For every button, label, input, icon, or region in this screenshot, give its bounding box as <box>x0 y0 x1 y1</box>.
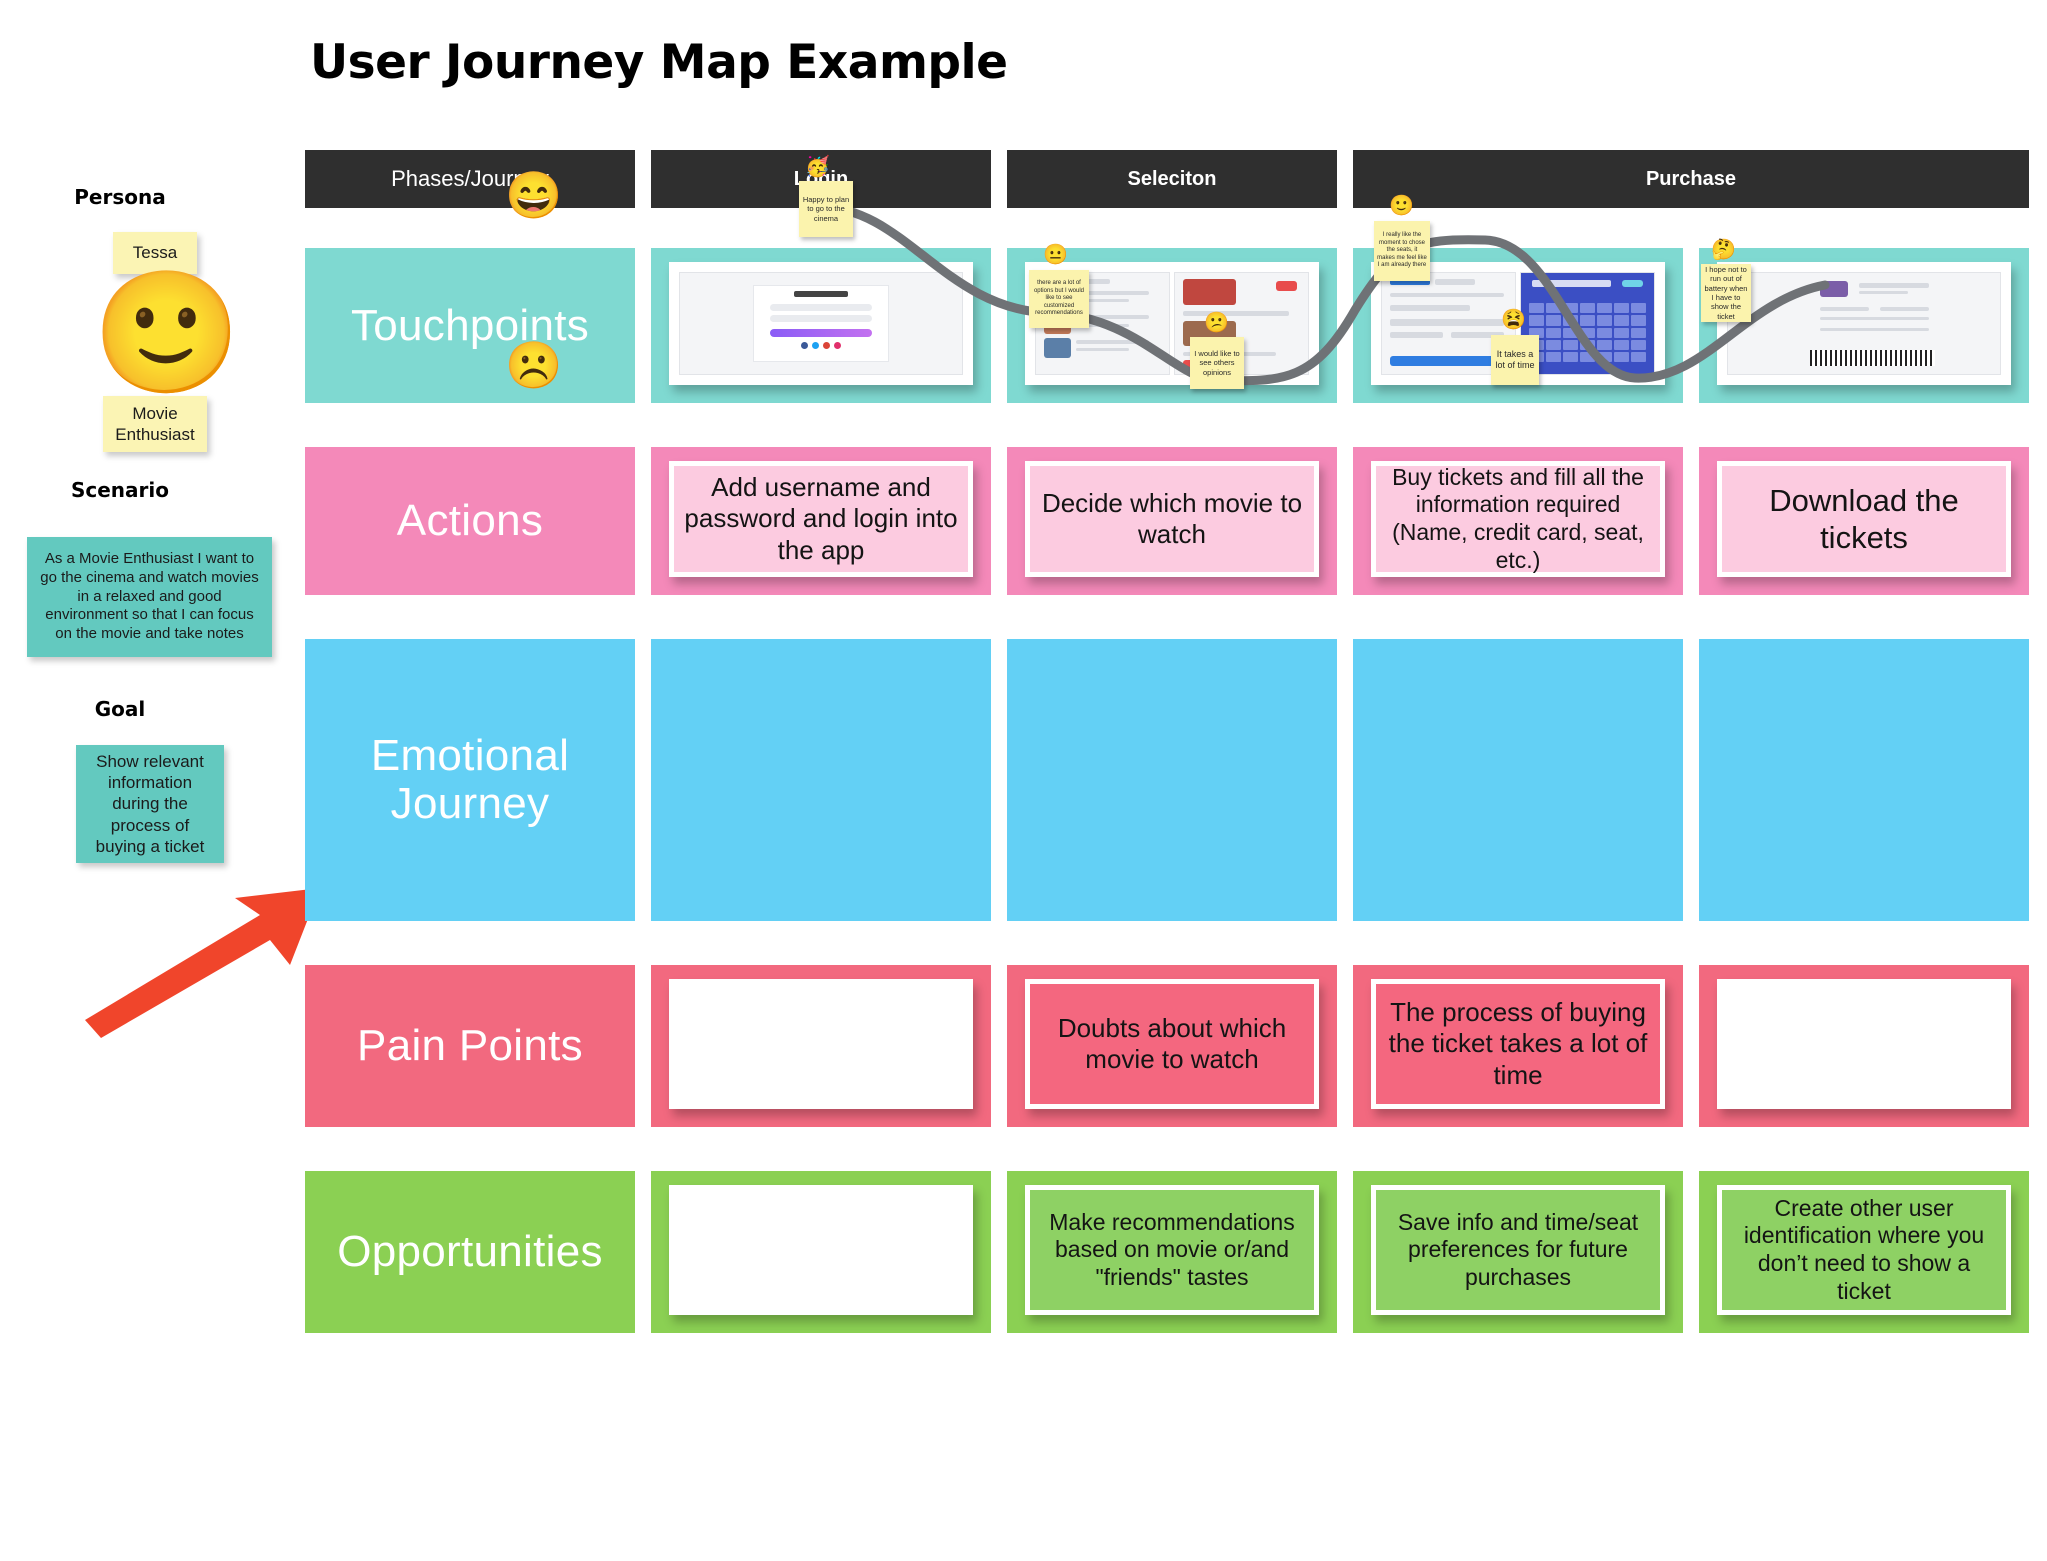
opportunity-note-empty <box>669 1185 973 1315</box>
row-pain-points: Pain Points Doubts about which movie to … <box>305 965 2029 1127</box>
persona-avatar-icon: 🙂 <box>92 266 242 400</box>
pain-login-cell <box>651 965 991 1127</box>
emotion-note: I hope not to run out of battery when I … <box>1701 264 1751 322</box>
opportunity-note: Make recommendations based on movie or/a… <box>1025 1185 1319 1315</box>
row-opportunities: Opportunities Make recommendations based… <box>305 1171 2029 1333</box>
emotion-note: there are a lot of options but I would l… <box>1029 270 1089 328</box>
scenario-heading: Scenario <box>70 478 170 502</box>
opportunity-note: Save info and time/seat preferences for … <box>1371 1185 1665 1315</box>
confused-face-emoji: 😕 <box>1204 312 1229 334</box>
persona-role-note: Movie Enthusiast <box>103 396 207 452</box>
journey-map-grid: Phases/Journey Login Seleciton Purchase … <box>305 150 2029 1377</box>
pain-payment-cell: The process of buying the ticket takes a… <box>1353 965 1683 1127</box>
emotion-note: I would like to see others opinions <box>1190 337 1244 389</box>
weary-face-emoji: 😫 <box>1501 309 1526 331</box>
row-label-opportunities: Opportunities <box>305 1171 635 1333</box>
page-title: User Journey Map Example <box>310 35 1008 90</box>
pain-note-empty <box>1717 979 2011 1109</box>
row-label-pain-points: Pain Points <box>305 965 635 1127</box>
pain-note-empty <box>669 979 973 1109</box>
pain-note: The process of buying the ticket takes a… <box>1371 979 1665 1109</box>
opportunity-ticket-cell: Create other user identification where y… <box>1699 1171 2029 1333</box>
scenario-note: As a Movie Enthusiast I want to go the c… <box>27 537 272 657</box>
emotion-note: Happy to plan to go to the cinema <box>799 181 853 237</box>
persona-heading: Persona <box>74 185 166 209</box>
pain-note: Doubts about which movie to watch <box>1025 979 1319 1109</box>
emotion-note: It takes a lot of time <box>1491 335 1539 385</box>
row-emotional-journey: Emotional Journey 😄 ☹️ 🥳 Happy to plan to… <box>305 157 2029 921</box>
neutral-face-emoji: 😐 <box>1043 244 1068 266</box>
opportunity-login-cell <box>651 1171 991 1333</box>
slightly-smiling-face-emoji: 🙂 <box>1389 195 1414 217</box>
goal-note: Show relevant information during the pro… <box>76 745 224 863</box>
emotion-curve <box>815 202 1830 386</box>
opportunity-payment-cell: Save info and time/seat preferences for … <box>1353 1171 1683 1333</box>
partying-face-emoji: 🥳 <box>805 156 830 178</box>
pain-ticket-cell <box>1699 965 2029 1127</box>
emotion-note: I really like the moment to chose the se… <box>1374 221 1430 281</box>
persona-role-line1: Movie <box>132 403 178 423</box>
opportunity-selection-cell: Make recommendations based on movie or/a… <box>1007 1171 1337 1333</box>
goal-heading: Goal <box>94 697 146 721</box>
thinking-face-emoji: 🤔 <box>1711 239 1736 261</box>
pain-selection-cell: Doubts about which movie to watch <box>1007 965 1337 1127</box>
persona-role-line2: Enthusiast <box>115 425 195 444</box>
opportunity-note: Create other user identification where y… <box>1717 1185 2011 1315</box>
